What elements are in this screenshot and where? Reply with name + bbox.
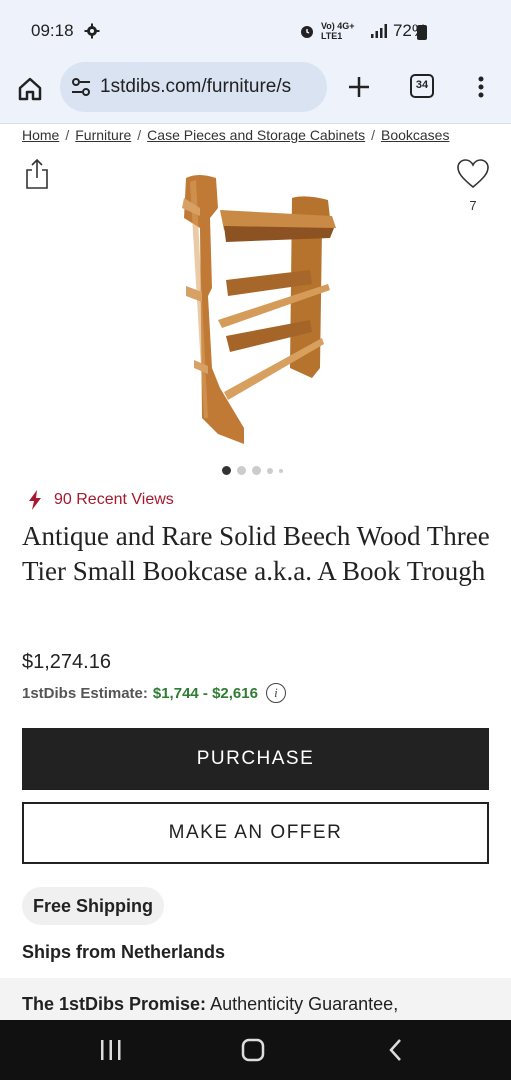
breadcrumb-case-pieces[interactable]: Case Pieces and Storage Cabinets <box>147 127 365 143</box>
lightning-bolt-icon <box>29 490 41 510</box>
estimate-range: $1,744 - $2,616 <box>152 684 258 702</box>
breadcrumb: Home / Furniture / Case Pieces and Storage C… <box>22 127 449 143</box>
make-offer-button[interactable]: MAKE AN OFFER <box>22 802 489 864</box>
carousel-dot[interactable] <box>267 467 273 474</box>
status-bar: 09:18 Vo) 4G+ LTE1 72% <box>0 0 511 62</box>
url-text[interactable]: 1stdibs.com/furniture/s <box>100 76 322 98</box>
home-icon[interactable] <box>16 75 44 103</box>
promise-banner: The 1stDibs Promise: Authenticity Guaran… <box>0 978 511 1020</box>
battery-icon <box>417 25 427 40</box>
heart-icon[interactable] <box>456 158 490 190</box>
image-carousel-dots <box>222 466 283 475</box>
breadcrumb-home[interactable]: Home <box>22 127 59 143</box>
favorite-count: 7 <box>469 198 477 213</box>
tabs-icon[interactable]: 34 <box>410 74 434 98</box>
breadcrumb-separator: / <box>137 127 142 143</box>
recent-apps-icon[interactable] <box>98 1038 124 1062</box>
address-bar[interactable]: 1stdibs.com/furniture/s <box>60 62 327 112</box>
browser-toolbar: 1stdibs.com/furniture/s 34 <box>0 62 511 124</box>
product-price: $1,274.16 <box>22 651 111 673</box>
status-time: 09:18 <box>31 21 74 40</box>
back-icon[interactable] <box>386 1037 406 1063</box>
recent-views: 90 Recent Views <box>28 490 174 510</box>
recent-views-text: 90 Recent Views <box>54 491 174 508</box>
alarm-icon <box>300 26 313 38</box>
breadcrumb-furniture[interactable]: Furniture <box>75 127 131 143</box>
info-icon[interactable]: i <box>265 683 286 703</box>
product-title: Antique and Rare Solid Beech Wood Three … <box>22 521 490 586</box>
breadcrumb-separator: / <box>65 127 70 143</box>
breadcrumb-separator: / <box>371 127 375 143</box>
plus-icon[interactable] <box>346 74 372 100</box>
network-type: Vo) 4G+ LTE1 <box>320 21 355 41</box>
carousel-dot[interactable] <box>222 466 231 475</box>
carousel-dot[interactable] <box>252 466 261 475</box>
system-nav-bar <box>0 1020 511 1080</box>
home-nav-icon[interactable] <box>240 1037 266 1063</box>
ships-from: Ships from Netherlands <box>22 942 226 962</box>
more-vert-icon[interactable] <box>470 74 492 100</box>
signal-icon <box>370 24 387 38</box>
promise-label: The 1stDibs Promise: <box>22 994 207 1014</box>
carousel-dot[interactable] <box>279 468 283 473</box>
status-indicators: Vo) 4G+ LTE1 72% <box>299 21 427 41</box>
free-shipping-badge: Free Shipping <box>22 887 165 925</box>
price-estimate: 1stDibs Estimate: $1,744 - $2,616 i <box>22 683 286 703</box>
carousel-dot[interactable] <box>237 466 246 475</box>
share-icon[interactable] <box>24 158 50 190</box>
purchase-button[interactable]: PURCHASE <box>22 728 489 790</box>
product-image[interactable] <box>160 168 350 450</box>
breadcrumb-bookcases[interactable]: Bookcases <box>381 127 449 143</box>
gear-icon <box>84 23 100 39</box>
estimate-label: 1stDibs Estimate: <box>22 684 148 702</box>
tune-icon[interactable] <box>70 76 92 98</box>
promise-text: Authenticity Guarantee, <box>210 994 399 1014</box>
